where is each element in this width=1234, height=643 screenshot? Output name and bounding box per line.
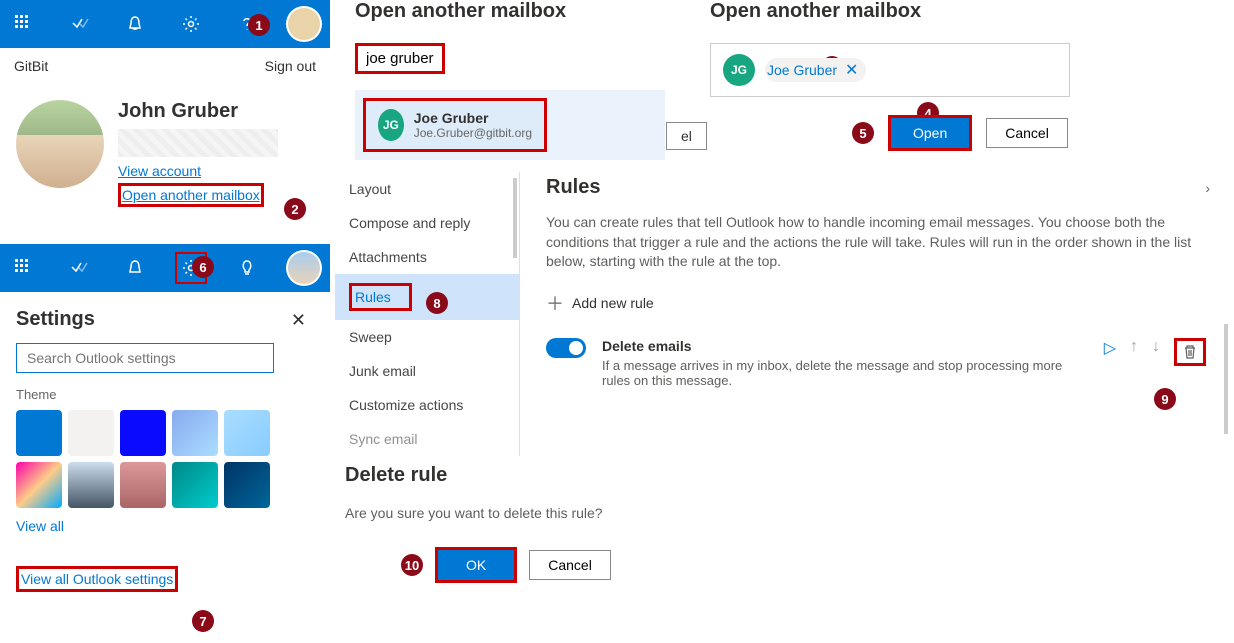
settings-category-menu: Layout Compose and reply Attachments Rul… [335, 172, 520, 456]
theme-grid [16, 410, 314, 508]
open-button[interactable]: Open [888, 115, 972, 151]
suggestion-name: Joe Gruber [414, 110, 532, 126]
arrow-up-icon[interactable]: ↑ [1130, 338, 1138, 356]
cancel-button-peek[interactable]: el [666, 122, 707, 150]
chip-avatar: JG [723, 54, 755, 86]
rules-pane: Rules › You can create rules that tell O… [538, 172, 1214, 388]
mailbox-suggestion[interactable]: JG Joe Gruber Joe.Gruber@gitbit.org [363, 98, 547, 152]
app-launcher-icon[interactable] [8, 8, 40, 40]
rule-item: Delete emails If a message arrives in my… [546, 338, 1206, 388]
mailbox-search-wrap [355, 43, 445, 74]
menu-layout[interactable]: Layout [335, 172, 519, 206]
suggestion-avatar: JG [378, 109, 404, 141]
step-badge-8: 8 [426, 292, 448, 314]
profile-name: John Gruber [118, 100, 314, 123]
chip-name: Joe Gruber [767, 62, 837, 78]
view-all-themes-link[interactable]: View all [16, 518, 314, 534]
check-icon[interactable] [64, 8, 96, 40]
sign-out-link[interactable]: Sign out [265, 58, 316, 74]
open-mailbox-right: Open another mailbox JG Joe Gruber ✕ 5 O… [710, 0, 1070, 151]
rules-description: You can create rules that tell Outlook h… [546, 213, 1206, 272]
search-settings-box[interactable] [16, 343, 274, 373]
play-icon[interactable]: ▷ [1104, 338, 1116, 358]
profile-email-blur [118, 129, 278, 157]
view-account-link[interactable]: View account [118, 163, 314, 179]
menu-sweep[interactable]: Sweep [335, 320, 519, 354]
add-rule-label: Add new rule [572, 295, 654, 311]
app-launcher-icon[interactable] [8, 252, 40, 284]
search-settings-input[interactable] [27, 350, 263, 366]
theme-swatch[interactable] [224, 462, 270, 508]
lightbulb-icon[interactable] [231, 252, 263, 284]
theme-swatch[interactable] [68, 462, 114, 508]
close-icon[interactable]: ✕ [291, 310, 306, 331]
step-badge-10: 10 [401, 554, 423, 576]
rule-toggle[interactable] [546, 338, 586, 358]
user-avatar[interactable] [286, 6, 322, 42]
theme-swatch[interactable] [224, 410, 270, 456]
menu-attachments[interactable]: Attachments [335, 240, 519, 274]
delete-rule-title: Delete rule [345, 464, 745, 487]
user-avatar-small[interactable] [286, 250, 322, 286]
step-badge-7: 7 [192, 610, 214, 632]
menu-sync[interactable]: Sync email [335, 422, 519, 456]
theme-label: Theme [16, 387, 314, 402]
theme-swatch[interactable] [16, 462, 62, 508]
selected-mailbox-box[interactable]: JG Joe Gruber ✕ [710, 43, 1070, 97]
delete-rule-question: Are you sure you want to delete this rul… [345, 505, 745, 521]
add-rule-button[interactable]: ＋ Add new rule [546, 290, 1206, 316]
rule-desc: If a message arrives in my inbox, delete… [602, 358, 1088, 388]
open-mailbox-left: Open another mailbox 3 JG Joe Gruber Joe… [355, 0, 697, 160]
open-mailbox-title-2: Open another mailbox [710, 0, 1070, 23]
step-badge-5: 5 [852, 122, 874, 144]
chevron-right-icon[interactable]: › [1205, 180, 1210, 196]
step-badge-9: 9 [1154, 388, 1176, 410]
plus-icon: ＋ [546, 290, 564, 316]
theme-swatch[interactable] [120, 462, 166, 508]
menu-customize[interactable]: Customize actions [335, 388, 519, 422]
rules-title: Rules [546, 176, 1206, 199]
theme-swatch[interactable] [68, 410, 114, 456]
cancel-button[interactable]: Cancel [986, 118, 1068, 148]
person-chip: Joe Gruber ✕ [765, 58, 866, 82]
arrow-down-icon[interactable]: ↓ [1152, 338, 1160, 356]
theme-swatch[interactable] [16, 410, 62, 456]
open-another-mailbox-link[interactable]: Open another mailbox [118, 183, 264, 207]
account-bar: GitBit Sign out [0, 48, 330, 84]
menu-junk[interactable]: Junk email [335, 354, 519, 388]
step-badge-1: 1 [248, 14, 270, 36]
mailbox-search-input[interactable] [366, 50, 434, 67]
suggestion-email: Joe.Gruber@gitbit.org [414, 126, 532, 140]
open-mailbox-title: Open another mailbox [355, 0, 697, 23]
scrollbar[interactable] [1224, 324, 1228, 434]
delete-rule-dialog: Delete rule Are you sure you want to del… [345, 464, 745, 583]
ok-button[interactable]: OK [435, 547, 517, 583]
chip-remove-icon[interactable]: ✕ [845, 60, 858, 80]
menu-compose[interactable]: Compose and reply [335, 206, 519, 240]
rule-name: Delete emails [602, 338, 1088, 354]
cancel-delete-button[interactable]: Cancel [529, 550, 611, 580]
profile-photo [16, 100, 104, 188]
step-badge-2: 2 [284, 198, 306, 220]
menu-scrollbar[interactable] [513, 178, 517, 258]
check-icon[interactable] [64, 252, 96, 284]
view-all-outlook-settings-link[interactable]: View all Outlook settings [16, 566, 178, 592]
trash-icon[interactable] [1174, 338, 1206, 366]
bell-icon[interactable] [119, 252, 151, 284]
rule-actions: ▷ ↑ ↓ [1104, 338, 1206, 388]
settings-pane: Settings ✕ Theme View all View all Outlo… [0, 292, 330, 608]
profile-card: John Gruber View account Open another ma… [0, 84, 330, 227]
bell-icon[interactable] [119, 8, 151, 40]
app-name[interactable]: GitBit [14, 58, 48, 74]
step-badge-6: 6 [192, 256, 214, 278]
theme-swatch[interactable] [120, 410, 166, 456]
theme-swatch[interactable] [172, 410, 218, 456]
second-header [0, 244, 330, 292]
theme-swatch[interactable] [172, 462, 218, 508]
gear-icon[interactable] [175, 8, 207, 40]
settings-title: Settings [16, 308, 314, 331]
top-header [0, 0, 330, 48]
